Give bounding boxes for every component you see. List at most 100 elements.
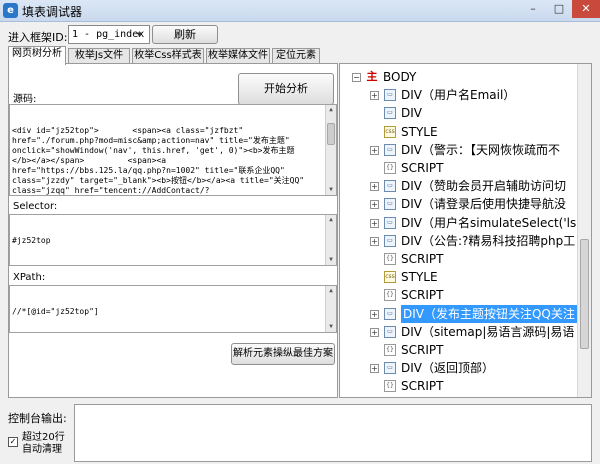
tree-node[interactable]: {} SCRIPT <box>340 159 580 177</box>
tree-node-label: SCRIPT <box>401 379 444 394</box>
source-label: 源码: <box>13 94 37 105</box>
dom-tree[interactable]: − 主 BODY + ▭ DIV（用户名Email） ▭ DIV css STYLE + ▭ DIV（警… <box>339 63 592 398</box>
xpath-scrollbar[interactable]: ▲ ▼ <box>325 286 336 332</box>
body-icon: 主 <box>366 70 378 83</box>
console-label: 控制台输出: <box>8 412 67 425</box>
tree-node-label: DIV（发布主题按钮关注QQ关注 <box>401 304 577 323</box>
collapse-icon[interactable]: − <box>352 73 361 82</box>
close-button[interactable]: ✕ <box>572 0 600 18</box>
auto-clear-checkbox[interactable]: ✓ <box>8 437 18 447</box>
script-icon: {} <box>384 380 396 393</box>
tree-node-label: DIV（返回顶部） <box>401 361 494 376</box>
element-icon: ▭ <box>384 107 396 120</box>
parse-element-button[interactable]: 解析元素操纵最佳方案 <box>231 343 335 365</box>
tab-media-files[interactable]: 枚举媒体文件 <box>206 48 270 64</box>
script-icon: {} <box>384 344 396 356</box>
tree-node[interactable]: + ▭ DIV（公告:?精易科技招聘php工 <box>340 232 580 250</box>
frame-id-value: 1 - pg_index <box>72 29 145 40</box>
app-icon: e <box>3 3 18 18</box>
element-icon: ▭ <box>384 89 396 102</box>
selector-value: #jz52top <box>12 236 51 245</box>
window-title: 填表调试器 <box>22 5 83 19</box>
tree-node[interactable]: + ▭ DIV（用户名simulateSelect('ls <box>340 214 580 232</box>
tree-node[interactable]: {} SCRIPT <box>340 250 580 268</box>
tree-node[interactable]: {} SCRIPT <box>340 341 580 359</box>
tree-node[interactable]: + ▭ DIV（用户名Email） <box>340 86 580 104</box>
source-scrollbar[interactable]: ▲ ▼ <box>325 105 336 195</box>
tree-node[interactable]: + ▭ DIV（返回顶部） <box>340 359 580 377</box>
tab-css-sheets[interactable]: 枚举Css样式表 <box>132 48 204 64</box>
tree-node[interactable]: − 主 BODY <box>340 68 580 86</box>
scroll-up-icon[interactable]: ▲ <box>326 215 336 225</box>
tree-node-label: DIV（请登录后使用快捷导航没 <box>401 197 566 212</box>
css-icon: css <box>384 125 396 138</box>
tree-node[interactable]: + ▭ DIV（警示：【天网恢恢疏而不 <box>340 141 580 159</box>
maximize-button[interactable]: □ <box>546 0 572 18</box>
scroll-down-icon[interactable]: ▼ <box>326 185 336 195</box>
element-icon: ▭ <box>384 307 396 320</box>
script-icon: {} <box>384 253 396 265</box>
tree-node[interactable]: css STYLE <box>340 123 580 141</box>
expand-icon[interactable]: + <box>370 218 379 228</box>
tree-node[interactable]: + ▭ DIV（赞助会员开启辅助访问切 <box>340 177 580 195</box>
expand-icon[interactable]: + <box>370 145 379 155</box>
tree-node-label: DIV（sitemap|易语言源码|易语 <box>401 324 575 339</box>
element-icon: ▭ <box>384 180 396 193</box>
expand-icon[interactable]: + <box>370 200 379 210</box>
start-analysis-button[interactable]: 开始分析 <box>238 73 334 105</box>
xpath-textbox[interactable]: //*[@id="jz52top"] ▲ ▼ <box>9 285 337 333</box>
selector-scrollbar[interactable]: ▲ ▼ <box>325 215 336 265</box>
scroll-up-icon[interactable]: ▲ <box>326 105 336 115</box>
expand-icon[interactable]: + <box>370 236 379 246</box>
tree-node[interactable]: + ▭ DIV（请登录后使用快捷导航没 <box>340 195 580 213</box>
tab-locate-element[interactable]: 定位元素 <box>272 48 320 64</box>
scroll-down-icon[interactable]: ▼ <box>326 255 336 265</box>
element-icon: ▭ <box>384 216 396 229</box>
css-icon: css <box>384 271 396 284</box>
console-output[interactable] <box>74 404 592 462</box>
element-icon: ▭ <box>384 362 396 375</box>
element-icon: ▭ <box>384 143 396 156</box>
scroll-thumb[interactable] <box>327 123 335 145</box>
refresh-button[interactable]: 刷新 <box>152 25 218 44</box>
xpath-label: XPath: <box>13 272 46 283</box>
tree-node[interactable]: + ▭ DIV（发布主题按钮关注QQ关注 <box>340 304 580 323</box>
tree-node-label: SCRIPT <box>401 343 444 357</box>
tree-node-label: SCRIPT <box>401 161 444 175</box>
tab-js-files[interactable]: 枚举Js文件 <box>68 48 130 64</box>
script-icon: {} <box>384 289 396 302</box>
auto-clear-label: 超过20行自动清理 <box>22 432 65 455</box>
tree-node-label: DIV（赞助会员开启辅助访问切 <box>401 179 566 194</box>
tree-node-label: DIV（用户名Email） <box>401 88 516 103</box>
frame-id-select[interactable]: 1 - pg_index ▼ <box>68 25 150 44</box>
tree-node-label: SCRIPT <box>401 288 444 303</box>
selector-textbox[interactable]: #jz52top ▲ ▼ <box>9 214 337 266</box>
tree-node-label: STYLE <box>401 270 438 285</box>
element-icon: ▭ <box>384 234 396 247</box>
tree-node[interactable]: {} SCRIPT <box>340 377 580 395</box>
expand-icon[interactable]: + <box>370 182 379 192</box>
title-bar: e 填表调试器 – □ ✕ <box>0 0 600 22</box>
selector-label: Selector: <box>13 201 58 212</box>
tree-scroll-thumb[interactable] <box>580 239 589 349</box>
minimize-button[interactable]: – <box>520 0 546 18</box>
element-icon: ▭ <box>384 325 396 338</box>
tree-node-label: DIV（公告:?精易科技招聘php工 <box>401 233 576 248</box>
tree-node[interactable]: css STYLE <box>340 268 580 286</box>
element-icon: ▭ <box>384 198 396 211</box>
tree-node-label: DIV（警示：【天网恢恢疏而不 <box>401 142 560 157</box>
tree-node[interactable]: ▭ DIV <box>340 104 580 122</box>
expand-icon[interactable]: + <box>370 91 379 101</box>
scroll-down-icon[interactable]: ▼ <box>326 322 336 332</box>
tree-scrollbar[interactable] <box>577 64 591 397</box>
analysis-panel: 开始分析 源码: <div id="jz52top"> <span><a cla… <box>8 63 338 398</box>
tree-node[interactable]: + ▭ DIV（sitemap|易语言源码|易语 <box>340 323 580 341</box>
tree-node-label: DIV <box>401 106 422 121</box>
tree-node[interactable]: {} SCRIPT <box>340 286 580 304</box>
scroll-up-icon[interactable]: ▲ <box>326 286 336 296</box>
tab-page-tree[interactable]: 网页树分析 <box>8 46 66 65</box>
expand-icon[interactable]: + <box>370 327 379 337</box>
expand-icon[interactable]: + <box>370 364 379 374</box>
source-code-textbox[interactable]: <div id="jz52top"> <span><a class="jzfbz… <box>9 104 337 196</box>
expand-icon[interactable]: + <box>370 309 379 319</box>
